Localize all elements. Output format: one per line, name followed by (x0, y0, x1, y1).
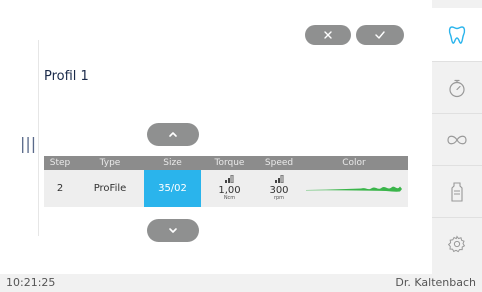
header-step: Step (49, 158, 71, 168)
scroll-down-button[interactable] (147, 219, 199, 242)
cancel-button[interactable] (305, 25, 351, 45)
header-type: Type (99, 158, 121, 168)
table-header: Step Type Size Torque Speed Color (44, 156, 408, 170)
cell-torque[interactable]: 1,00 Ncm (201, 170, 258, 207)
header-speed: Speed (264, 158, 294, 168)
panel-divider (38, 40, 39, 236)
close-icon (324, 31, 332, 39)
header-size: Size (163, 158, 182, 168)
user-name: Dr. Kaltenbach (395, 276, 476, 289)
speed-unit: rpm (273, 195, 285, 202)
tooth-icon (448, 25, 466, 44)
cell-speed[interactable]: 300 rpm (258, 170, 300, 207)
cell-type: ProFile (93, 183, 127, 194)
torque-unit: Ncm (223, 195, 236, 202)
profile-title: Profil 1 (44, 69, 89, 84)
check-icon (375, 31, 385, 39)
cell-size[interactable]: 35/02 (144, 170, 201, 207)
infinity-icon (447, 135, 467, 144)
stopwatch-icon (449, 79, 465, 97)
gear-icon (448, 235, 466, 253)
file-icon (451, 181, 463, 202)
sidebar-item-file[interactable] (432, 166, 482, 218)
main-panel: ||| Profil 1 Step Type Size Torque Speed… (0, 0, 432, 274)
sidebar-item-timer[interactable] (432, 62, 482, 114)
scroll-up-button[interactable] (147, 123, 199, 146)
file-color-swatch (306, 186, 402, 192)
table-row[interactable]: 2 ProFile 35/02 1,00 Ncm 300 rpm (44, 170, 408, 207)
chevron-up-icon (169, 132, 177, 137)
chevron-down-icon (169, 228, 177, 233)
right-sidebar (432, 0, 482, 274)
sidebar-item-tooth[interactable] (432, 8, 482, 62)
sidebar-item-infinity[interactable] (432, 114, 482, 166)
menu-handle-icon[interactable]: ||| (20, 134, 36, 153)
cell-color (300, 170, 408, 207)
status-bar: 10:21:25 Dr. Kaltenbach (0, 274, 482, 292)
confirm-button[interactable] (356, 25, 404, 45)
cell-step: 2 (56, 183, 64, 194)
header-torque: Torque (214, 158, 245, 168)
sidebar-item-settings[interactable] (432, 218, 482, 270)
header-color: Color (342, 158, 366, 168)
clock: 10:21:25 (6, 276, 56, 289)
steps-table: Step Type Size Torque Speed Color 2 ProF… (44, 156, 408, 207)
